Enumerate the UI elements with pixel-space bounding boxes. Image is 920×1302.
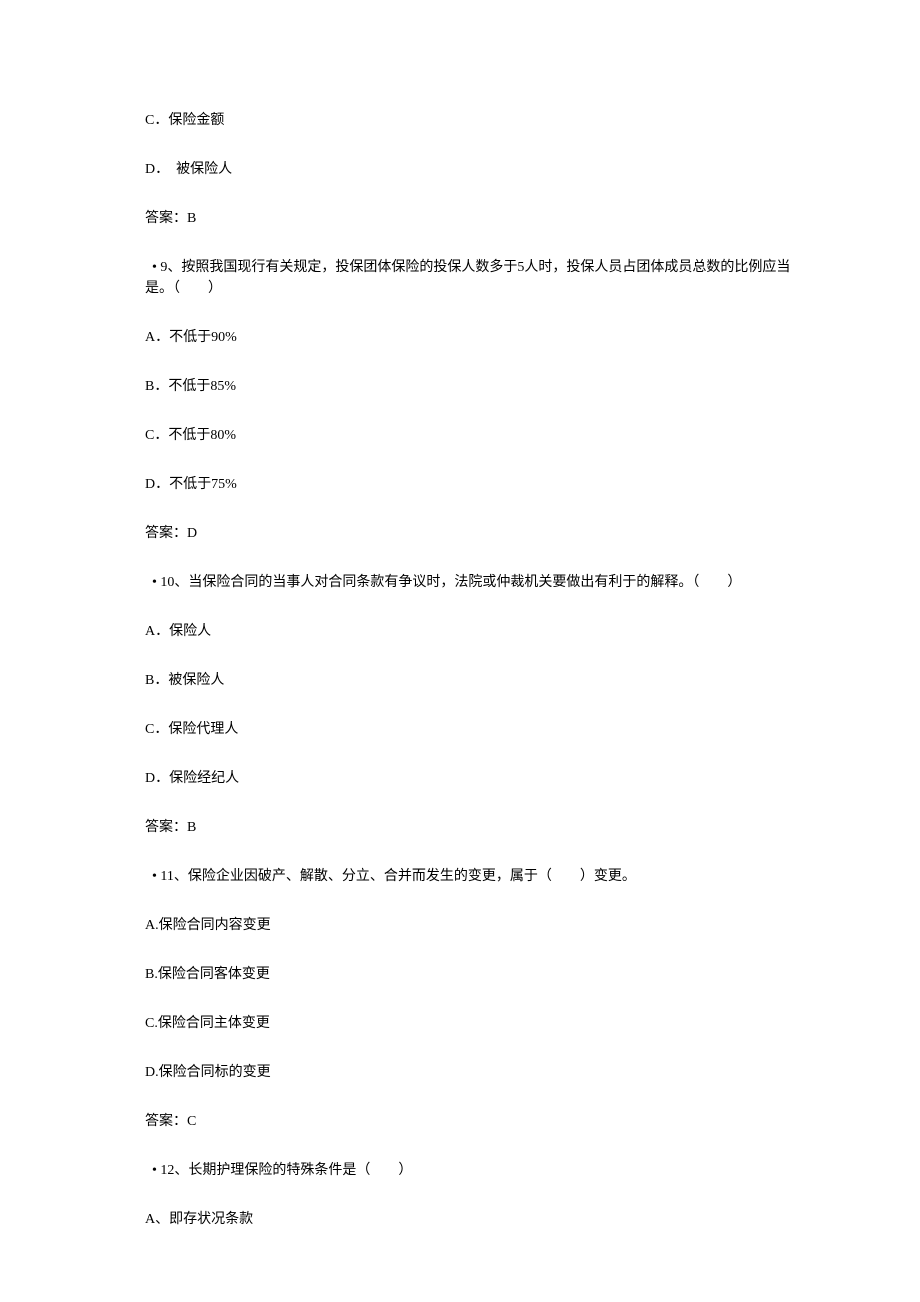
- option-b: B．被保险人: [145, 670, 810, 691]
- option-c: C．保险代理人: [145, 719, 810, 740]
- option-b: B.保险合同客体变更: [145, 964, 810, 985]
- option-a: A．不低于90%: [145, 327, 810, 348]
- question-10: • 10、当保险合同的当事人对合同条款有争议时，法院或仲裁机关要做出有利于的解释…: [145, 572, 810, 593]
- option-c: C.保险合同主体变更: [145, 1013, 810, 1034]
- option-d: D． 被保险人: [145, 159, 810, 180]
- option-d: D．不低于75%: [145, 474, 810, 495]
- answer: 答案：B: [145, 817, 810, 838]
- answer: 答案：D: [145, 523, 810, 544]
- question-9: • 9、按照我国现行有关规定，投保团体保险的投保人数多于5人时，投保人员占团体成…: [145, 257, 810, 299]
- option-a: A、即存状况条款: [145, 1209, 810, 1230]
- question-12: • 12、长期护理保险的特殊条件是（ ）: [145, 1160, 810, 1181]
- option-a: A.保险合同内容变更: [145, 915, 810, 936]
- option-d: D.保险合同标的变更: [145, 1062, 810, 1083]
- answer: 答案：C: [145, 1111, 810, 1132]
- answer: 答案：B: [145, 208, 810, 229]
- question-11: • 11、保险企业因破产、解散、分立、合并而发生的变更，属于（ ）变更。: [145, 866, 810, 887]
- option-c: C．保险金额: [145, 110, 810, 131]
- option-a: A．保险人: [145, 621, 810, 642]
- option-c: C．不低于80%: [145, 425, 810, 446]
- option-d: D．保险经纪人: [145, 768, 810, 789]
- option-b: B．不低于85%: [145, 376, 810, 397]
